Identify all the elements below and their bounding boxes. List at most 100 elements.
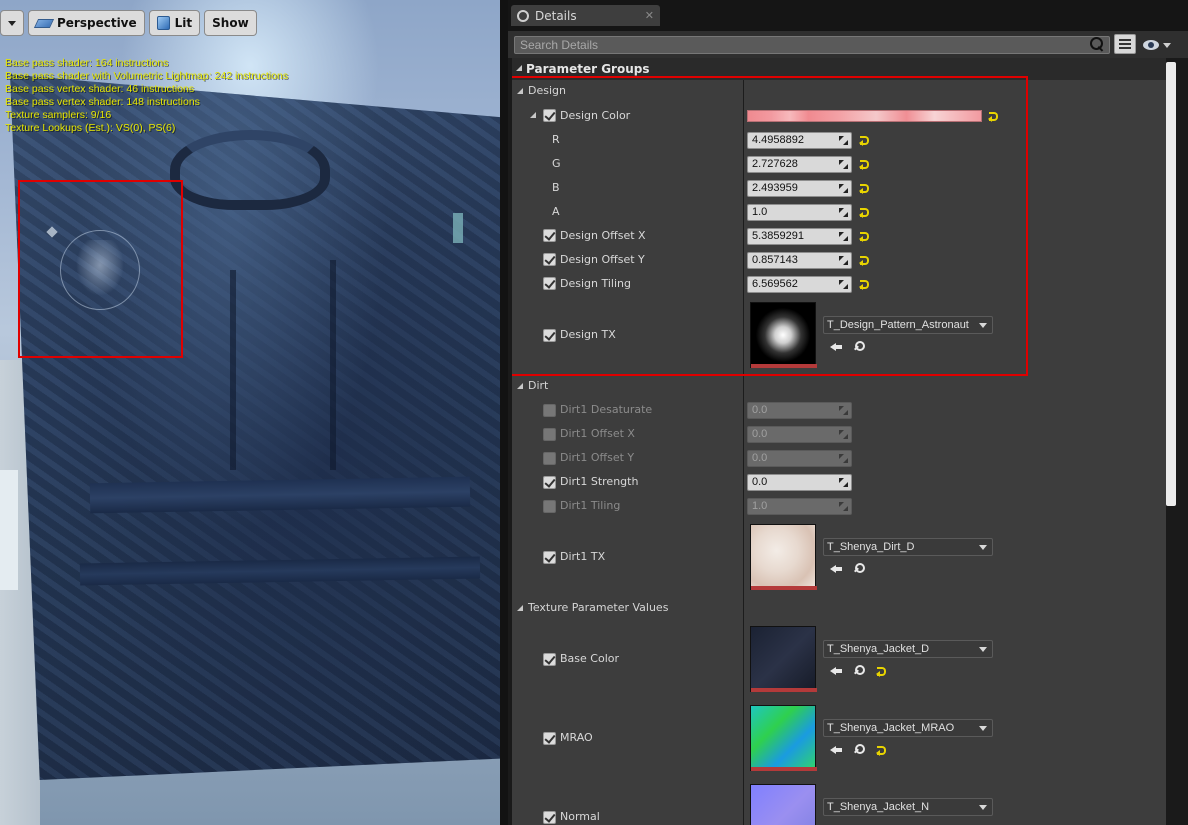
lit-cube-icon <box>156 16 170 30</box>
group-header-texture-parameter-values[interactable]: Texture Parameter Values <box>512 597 1166 619</box>
chevron-down-icon <box>979 545 987 550</box>
base-color-label: Base Color <box>560 652 620 665</box>
dirt1-offset-y-checkbox[interactable] <box>543 452 556 465</box>
level-viewport[interactable]: Perspective Lit Show Base pass shader: 1… <box>0 0 500 825</box>
show-label: Show <box>212 16 249 30</box>
base-color-checkbox[interactable] <box>543 653 556 666</box>
viewport-highlight-box <box>18 180 183 358</box>
dirt1-offset-y-value: 0.0 <box>752 452 768 464</box>
chevron-down-icon <box>979 726 987 731</box>
thumbnail-bar <box>751 688 817 692</box>
dirt1-offset-x-checkbox[interactable] <box>543 428 556 441</box>
viewport-toolbar: Perspective Lit Show <box>0 10 257 36</box>
search-row: Search Details <box>508 31 1188 58</box>
dirt1-tiling-label: Dirt1 Tiling <box>560 499 621 512</box>
dirt1-tx-checkbox[interactable] <box>543 551 556 564</box>
tab-details[interactable]: Details ✕ <box>511 5 660 26</box>
details-content: Parameter Groups Design Design Color R 4… <box>512 58 1166 825</box>
tab-label: Details <box>535 8 577 23</box>
use-selected-asset-icon[interactable] <box>830 745 842 755</box>
dirt1-desaturate-checkbox[interactable] <box>543 404 556 417</box>
background-building-window <box>0 470 18 590</box>
stats-line: Texture Lookups (Est.): VS(0), PS(6) <box>5 121 176 134</box>
reset-to-default-icon[interactable] <box>876 745 886 756</box>
group-label: Dirt <box>528 379 549 392</box>
browse-asset-icon[interactable] <box>853 563 865 575</box>
scrollbar-thumb[interactable] <box>1166 62 1176 506</box>
use-selected-asset-icon[interactable] <box>830 666 842 676</box>
dirt1-strength-checkbox[interactable] <box>543 476 556 489</box>
browse-asset-icon[interactable] <box>853 744 865 756</box>
dirt1-strength-value: 0.0 <box>752 476 768 488</box>
perspective-label: Perspective <box>57 16 137 30</box>
dirt1-offset-y-label: Dirt1 Offset Y <box>560 451 635 464</box>
browse-asset-icon[interactable] <box>853 665 865 677</box>
mrao-thumbnail[interactable] <box>750 705 817 771</box>
eye-icon <box>1143 40 1159 50</box>
dirt1-desaturate-input[interactable]: 0.0 <box>747 402 852 419</box>
dirt1-offset-x-label: Dirt1 Offset X <box>560 427 635 440</box>
use-selected-asset-icon[interactable] <box>830 564 842 574</box>
dirt1-offset-y-input[interactable]: 0.0 <box>747 450 852 467</box>
expand-arrow-icon <box>516 65 522 71</box>
search-icon[interactable] <box>1090 37 1104 51</box>
reset-to-default-icon[interactable] <box>876 666 886 677</box>
dirt1-strength-label: Dirt1 Strength <box>560 475 639 488</box>
list-line <box>1119 43 1131 45</box>
dirt1-tiling-input[interactable]: 1.0 <box>747 498 852 515</box>
show-button[interactable]: Show <box>204 10 257 36</box>
stats-line: Base pass shader: 164 instructions <box>5 57 169 69</box>
dirt-texture-thumbnail[interactable] <box>750 524 817 590</box>
stats-line: Texture samplers: 9/16 <box>5 108 112 121</box>
jacket-seam <box>230 270 236 470</box>
drag-arrow-icon <box>839 478 848 487</box>
group-header-dirt[interactable]: Dirt <box>512 375 1166 397</box>
mrao-checkbox[interactable] <box>543 732 556 745</box>
thumbnail-bar <box>751 767 817 771</box>
mrao-label: MRAO <box>560 731 593 744</box>
drag-arrow-icon <box>839 502 848 511</box>
chevron-down-icon <box>979 647 987 652</box>
normal-thumbnail[interactable] <box>750 784 816 825</box>
dirt1-tx-label: Dirt1 TX <box>560 550 606 563</box>
drag-arrow-icon <box>839 454 848 463</box>
base-color-asset-picker[interactable]: T_Shenya_Jacket_D <box>823 640 993 658</box>
details-panel: Details ✕ Search Details Parameter Group… <box>508 0 1188 825</box>
mrao-asset-picker[interactable]: T_Shenya_Jacket_MRAO <box>823 719 993 737</box>
group-label: Texture Parameter Values <box>528 601 669 614</box>
property-matrix-button[interactable] <box>1114 34 1136 54</box>
dirt1-offset-x-input[interactable]: 0.0 <box>747 426 852 443</box>
view-options-button[interactable] <box>1143 38 1173 52</box>
close-icon[interactable]: ✕ <box>645 9 654 22</box>
panel-splitter[interactable] <box>500 0 508 825</box>
jacket-pocket-slot <box>453 213 463 243</box>
dirt1-desaturate-label: Dirt1 Desaturate <box>560 403 653 416</box>
perspective-button[interactable]: Perspective <box>28 10 145 36</box>
asset-name: T_Shenya_Dirt_D <box>827 541 915 553</box>
drag-arrow-icon <box>839 406 848 415</box>
tab-strip: Details ✕ <box>508 0 1188 31</box>
dirt1-tiling-checkbox[interactable] <box>543 500 556 513</box>
details-highlight-box <box>512 76 1028 376</box>
search-input[interactable]: Search Details <box>514 36 1110 54</box>
jacket-seam <box>330 260 336 470</box>
chevron-down-icon <box>8 20 16 26</box>
dirt1-strength-input[interactable]: 0.0 <box>747 474 852 491</box>
expand-arrow-icon <box>517 383 523 389</box>
section-title: Parameter Groups <box>526 62 650 76</box>
lit-label: Lit <box>174 16 193 30</box>
lit-button[interactable]: Lit <box>148 10 201 36</box>
asset-name: T_Shenya_Jacket_N <box>827 801 930 813</box>
normal-asset-picker[interactable]: T_Shenya_Jacket_N <box>823 798 993 816</box>
dirt1-desaturate-value: 0.0 <box>752 404 768 416</box>
viewport-options-dropdown[interactable] <box>0 10 24 36</box>
stats-line: Base pass vertex shader: 148 instruction… <box>5 95 200 108</box>
shader-stats: Base pass shader: 164 instructions Base … <box>5 57 288 134</box>
expand-arrow-icon <box>517 605 523 611</box>
base-color-thumbnail[interactable] <box>750 626 817 692</box>
dirt-texture-asset-picker[interactable]: T_Shenya_Dirt_D <box>823 538 993 556</box>
normal-label: Normal <box>560 810 600 823</box>
jacket-collar <box>170 130 330 210</box>
list-line <box>1119 39 1131 41</box>
normal-checkbox[interactable] <box>543 811 556 824</box>
